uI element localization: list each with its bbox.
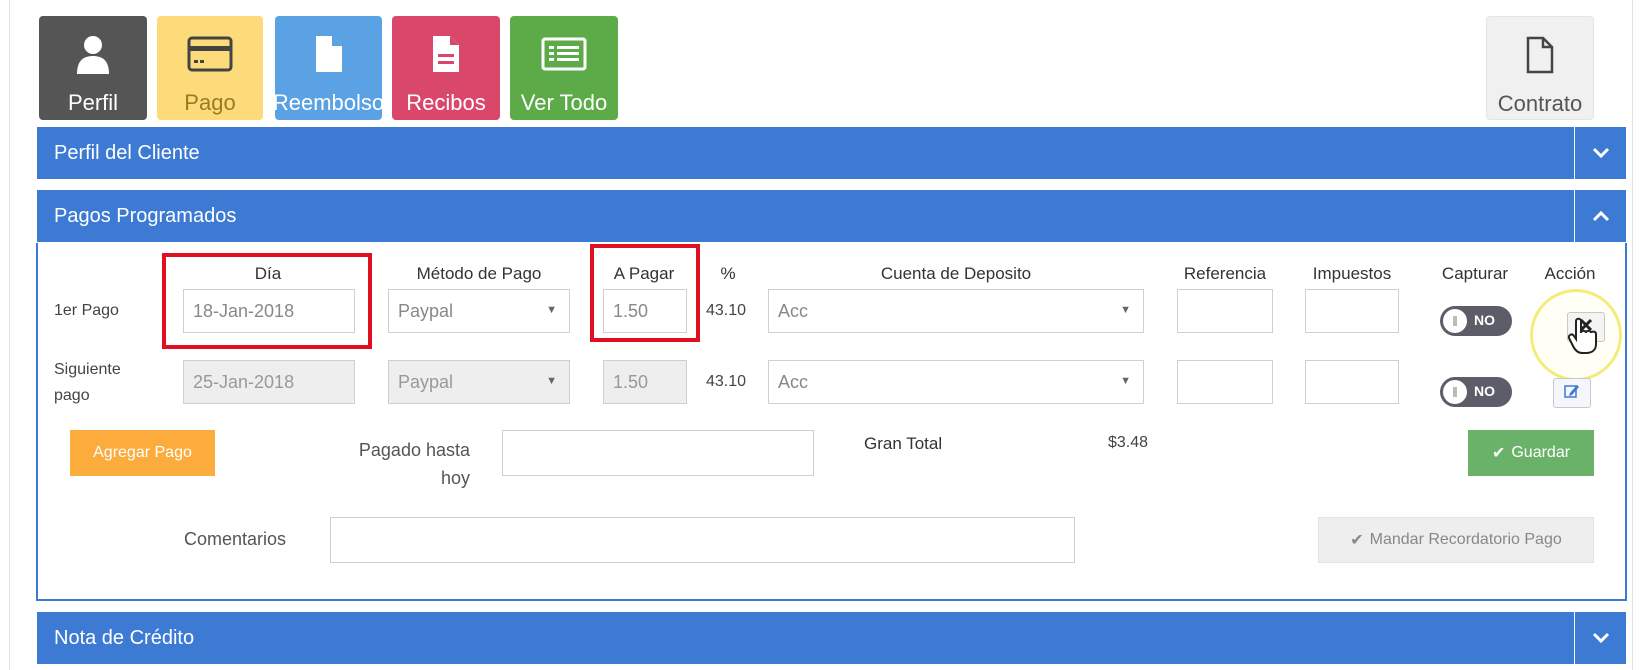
referencia-input[interactable] (1177, 289, 1273, 333)
impuestos-input[interactable] (1305, 360, 1399, 404)
row-label: Siguiente pago (54, 361, 121, 404)
file-icon (314, 32, 344, 76)
mandar-recordatorio-label: Mandar Recordatorio Pago (1369, 531, 1562, 548)
perfil-cliente-bar[interactable]: Perfil del Cliente (37, 127, 1626, 179)
gran-total-value: $3.48 (1108, 434, 1149, 451)
nota-credito-title: Nota de Crédito (54, 626, 195, 649)
header-capturar: Capturar (1441, 264, 1509, 283)
header-impuestos: Impuestos (1312, 264, 1392, 283)
metodo-select[interactable]: Paypal ▼ (388, 289, 570, 333)
header-referencia: Referencia (1183, 264, 1267, 283)
chevron-up-icon[interactable] (1574, 190, 1626, 242)
ver-todo-button[interactable]: Ver Todo (510, 16, 618, 120)
toggle-knob (1443, 380, 1467, 404)
comentarios-label: Comentarios (184, 529, 287, 549)
user-icon (76, 32, 110, 76)
pct-value: 43.10 (706, 373, 747, 390)
caret-down-icon: ▼ (1120, 375, 1131, 387)
edit-icon (1564, 383, 1580, 404)
toggle-label: NO (1474, 383, 1495, 399)
check-icon: ✔ (1350, 532, 1364, 549)
pct-value: 43.10 (706, 302, 747, 319)
list-icon (541, 32, 587, 76)
credit-card-icon (187, 32, 233, 76)
header-pct: % (720, 264, 736, 283)
recibos-label: Recibos (406, 90, 486, 115)
highlight-dia (162, 253, 372, 349)
ver-todo-label: Ver Todo (520, 90, 608, 115)
left-border (9, 0, 10, 670)
capturar-toggle[interactable]: NO (1440, 306, 1512, 336)
reembolso-button[interactable]: Reembolso (275, 16, 382, 120)
nota-credito-bar[interactable]: Nota de Crédito (37, 612, 1626, 664)
cuenta-value: Acc (778, 300, 809, 321)
page: Perfil Pago Reembolso Recibos Ver Todo C… (0, 0, 1640, 670)
hand-cursor-icon (1567, 317, 1598, 360)
chevron-down-icon[interactable] (1574, 612, 1626, 664)
caret-down-icon: ▼ (546, 304, 557, 316)
guardar-label: Guardar (1511, 444, 1571, 461)
cuenta-value: Acc (778, 371, 809, 392)
pagos-programados-bar[interactable]: Pagos Programados (37, 190, 1626, 242)
pago-button[interactable]: Pago (157, 16, 263, 120)
caret-down-icon: ▼ (546, 375, 557, 387)
contrato-label: Contrato (1497, 91, 1583, 116)
comentarios-input[interactable] (330, 517, 1075, 563)
metodo-select[interactable]: Paypal ▼ (388, 360, 570, 404)
file-outline-icon (1525, 33, 1555, 77)
dia-input[interactable]: 25-Jan-2018 (183, 360, 355, 404)
perfil-label: Perfil (67, 90, 119, 115)
edit-button[interactable] (1553, 378, 1591, 408)
chevron-down-icon[interactable] (1574, 127, 1626, 179)
header-cuenta: Cuenta de Deposito (880, 264, 1032, 283)
capturar-toggle[interactable]: NO (1440, 377, 1512, 407)
metodo-value: Paypal (398, 371, 454, 392)
recibos-button[interactable]: Recibos (392, 16, 500, 120)
pagado-hasta-hoy-label: Pagado hasta hoy (358, 440, 470, 488)
cuenta-select[interactable]: Acc ▼ (768, 289, 1144, 333)
reembolso-label: Reembolso (275, 90, 382, 115)
guardar-button[interactable]: ✔ Guardar (1468, 430, 1594, 476)
pagos-programados-title: Pagos Programados (54, 204, 237, 227)
contrato-button[interactable]: Contrato (1486, 16, 1594, 120)
pagado-hasta-hoy-input[interactable] (502, 430, 814, 476)
gran-total-label: Gran Total (864, 434, 943, 453)
right-border (1632, 0, 1633, 670)
toggle-knob (1443, 309, 1467, 333)
mandar-recordatorio-button[interactable]: ✔ Mandar Recordatorio Pago (1318, 517, 1594, 563)
perfil-button[interactable]: Perfil (39, 16, 147, 120)
impuestos-input[interactable] (1305, 289, 1399, 333)
row-label: 1er Pago (54, 302, 119, 319)
agregar-pago-button[interactable]: Agregar Pago (70, 430, 215, 476)
header-metodo: Método de Pago (416, 264, 542, 283)
check-icon: ✔ (1491, 445, 1506, 462)
perfil-cliente-title: Perfil del Cliente (54, 141, 200, 164)
referencia-input[interactable] (1177, 360, 1273, 404)
a-pagar-input[interactable]: 1.50 (603, 360, 687, 404)
document-text-icon (431, 32, 461, 76)
caret-down-icon: ▼ (1120, 304, 1131, 316)
cuenta-select[interactable]: Acc ▼ (768, 360, 1144, 404)
highlight-a-pagar (590, 244, 700, 342)
pago-label: Pago (184, 90, 236, 115)
metodo-value: Paypal (398, 300, 454, 321)
header-accion: Acción (1544, 264, 1596, 283)
toggle-label: NO (1474, 312, 1495, 328)
